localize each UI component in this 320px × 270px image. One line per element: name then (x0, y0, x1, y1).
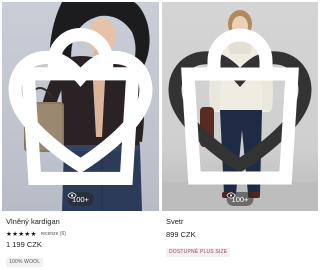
material-badge: 100% WOOL (6, 258, 44, 267)
product-title[interactable]: Svetr (166, 217, 316, 227)
product-price: 1 199 CZK (6, 240, 42, 249)
rating-stars: ★★★★★ (6, 230, 37, 238)
eye-icon (67, 192, 77, 199)
product-card-svetr[interactable]: 100+ Svetr 899 CZK DOSTUPNÉ PLUS SIZE (162, 0, 318, 270)
shopping-bag-icon[interactable] (2, 2, 159, 211)
plus-size-badge: DOSTUPNÉ PLUS SIZE (166, 248, 231, 257)
product-card-kardigan[interactable]: 100+ Vlněný kardigan ★★★★★ recenze (6) 1… (2, 0, 159, 270)
product-image[interactable]: 100+ (162, 2, 318, 211)
product-info: Svetr 899 CZK DOSTUPNÉ PLUS SIZE (166, 217, 316, 258)
product-image[interactable]: 100+ (2, 2, 159, 211)
shopping-bag-icon[interactable] (162, 2, 318, 211)
product-grid: 100+ Vlněný kardigan ★★★★★ recenze (6) 1… (0, 0, 320, 270)
product-info: Vlněný kardigan ★★★★★ recenze (6) 1 199 … (6, 217, 157, 268)
review-count: recenze (6) (40, 230, 66, 237)
product-title[interactable]: Vlněný kardigan (6, 217, 157, 227)
views-badge: 100+ (67, 192, 94, 206)
product-rating[interactable]: ★★★★★ recenze (6) (6, 229, 157, 238)
product-price: 899 CZK (166, 230, 196, 239)
eye-icon (226, 192, 236, 199)
views-badge: 100+ (226, 192, 254, 206)
